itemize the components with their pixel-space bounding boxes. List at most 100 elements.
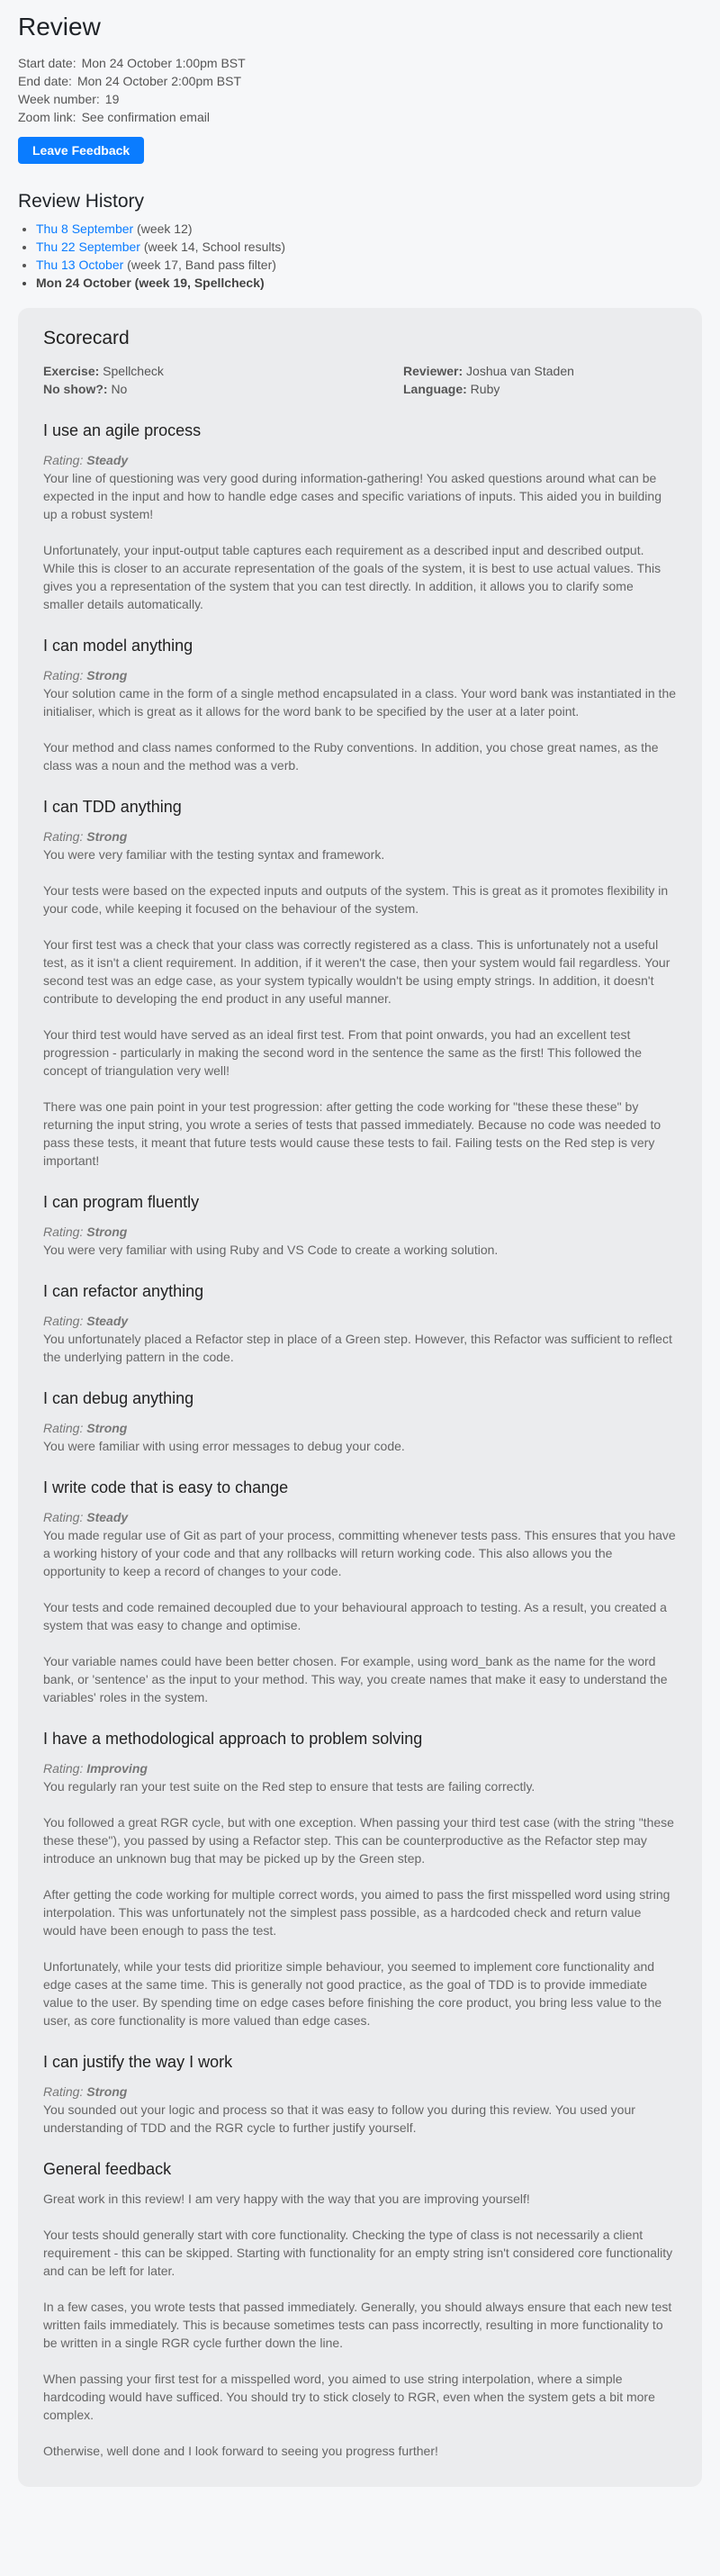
section-paragraph: Your tests were based on the expected in… — [43, 883, 669, 916]
rating-value: Strong — [86, 1421, 128, 1435]
scorecard-sections: I use an agile process Rating: Steady Your… — [43, 421, 677, 2460]
history-link[interactable]: Thu 8 September — [36, 221, 133, 236]
meta-row: Week number: 19 — [18, 90, 702, 108]
reviewer-value: Joshua van Staden — [466, 364, 574, 378]
section-paragraph: In a few cases, you wrote tests that pas… — [43, 2300, 672, 2350]
section-paragraph: Your first test was a check that your cl… — [43, 937, 670, 1006]
reviewer-field: Reviewer: Joshua van Staden — [403, 364, 574, 378]
section-paragraph: Your tests should generally start with c… — [43, 2228, 673, 2278]
section-rating: Rating: Strong — [43, 668, 128, 682]
meta-label: End date: — [18, 74, 72, 88]
section-paragraph: Great work in this review! I am very hap… — [43, 2192, 530, 2206]
section-paragraph: You unfortunately placed a Refactor step… — [43, 1332, 672, 1364]
language-value: Ruby — [470, 382, 500, 396]
section-paragraph: You were very familiar with the testing … — [43, 847, 385, 862]
scorecard-section: I can debug anything Rating: Strong You we… — [43, 1389, 677, 1455]
history-note: (week 14, School results) — [140, 240, 286, 254]
meta-label: Zoom link: — [18, 110, 76, 124]
section-title: I can debug anything — [43, 1389, 194, 1407]
section-paragraph: Your variable names could have been bett… — [43, 1654, 668, 1704]
rating-value: Improving — [86, 1761, 148, 1776]
scorecard-section: I can refactor anything Rating: Steady You… — [43, 1282, 677, 1366]
meta-value: See confirmation email — [81, 110, 210, 124]
noshow-value: No — [111, 382, 128, 396]
meta-row: Zoom link: See confirmation email — [18, 108, 702, 126]
section-title: I have a methodological approach to prob… — [43, 1730, 423, 1748]
section-rating: Rating: Steady — [43, 1314, 129, 1328]
history-link[interactable]: Thu 22 September — [36, 240, 140, 254]
section-paragraph: Otherwise, well done and I look forward … — [43, 2444, 438, 2458]
review-history-title: Review History — [18, 191, 145, 212]
history-link[interactable]: Thu 13 October — [36, 258, 123, 272]
section-title: I can model anything — [43, 637, 194, 655]
section-title: I can program fluently — [43, 1193, 200, 1211]
section-title: I can refactor anything — [43, 1282, 204, 1300]
rating-value: Strong — [86, 829, 128, 844]
section-paragraph: Unfortunately, your input-output table c… — [43, 543, 662, 611]
exercise-value: Spellcheck — [103, 364, 164, 378]
section-rating: Rating: Steady — [43, 1510, 129, 1524]
section-paragraph: You sounded out your logic and process s… — [43, 2102, 635, 2135]
exercise-field: Exercise: Spellcheck — [43, 364, 164, 378]
rating-value: Steady — [86, 1510, 129, 1524]
meta-row: Start date: Mon 24 October 1:00pm BST — [18, 54, 702, 72]
language-field: Language: Ruby — [403, 382, 500, 396]
review-meta: Start date: Mon 24 October 1:00pm BST End … — [18, 54, 702, 126]
scorecard-section: I use an agile process Rating: Steady Your… — [43, 421, 677, 613]
rating-value: Steady — [86, 453, 129, 467]
scorecard-section: I can justify the way I work Rating: Stro… — [43, 2053, 677, 2137]
meta-value: 19 — [104, 92, 120, 106]
section-paragraph: You regularly ran your test suite on the… — [43, 1779, 536, 1794]
scorecard-section: I can TDD anything Rating: Strong You were… — [43, 798, 677, 1170]
history-item: Mon 24 October (week 19, Spellcheck) — [36, 274, 702, 292]
section-paragraph: Your solution came in the form of a sing… — [43, 686, 677, 719]
section-title: I use an agile process — [43, 421, 202, 439]
section-rating: Rating: Strong — [43, 1225, 128, 1239]
section-paragraph: You followed a great RGR cycle, but with… — [43, 1815, 674, 1866]
history-item: Thu 13 October (week 17, Band pass filte… — [36, 256, 702, 274]
section-rating: Rating: Steady — [43, 453, 129, 467]
leave-feedback-button[interactable]: Leave Feedback — [18, 137, 145, 164]
scorecard-section: General feedback Great work in this revie… — [43, 2160, 677, 2460]
section-paragraph: When passing your first test for a missp… — [43, 2372, 655, 2422]
scorecard-section: I can program fluently Rating: Strong You … — [43, 1193, 677, 1259]
section-rating: Rating: Strong — [43, 2084, 128, 2099]
scorecard: Scorecard Exercise: Spellcheck Reviewer:… — [18, 308, 702, 2487]
review-history-list: Thu 8 September (week 12)Thu 22 Septembe… — [18, 220, 702, 292]
rating-value: Strong — [86, 668, 128, 682]
section-paragraph: Your third test would have served as an … — [43, 1027, 643, 1078]
section-title: General feedback — [43, 2160, 172, 2178]
review-page: Review Start date: Mon 24 October 1:00pm … — [0, 0, 720, 2487]
section-rating: Rating: Strong — [43, 829, 128, 844]
section-title: I can TDD anything — [43, 798, 182, 816]
history-note: (week 12) — [133, 221, 193, 236]
section-paragraph: Your tests and code remained decoupled d… — [43, 1600, 667, 1632]
section-title: I write code that is easy to change — [43, 1478, 289, 1496]
page-title: Review — [18, 13, 101, 41]
rating-value: Strong — [86, 2084, 128, 2099]
meta-value: Mon 24 October 2:00pm BST — [76, 74, 242, 88]
scorecard-section: I write code that is easy to change Ratin… — [43, 1478, 677, 1706]
scorecard-section: I can model anything Rating: Strong Your s… — [43, 637, 677, 774]
scorecard-details: Exercise: Spellcheck Reviewer: Joshua va… — [43, 362, 677, 398]
section-title: I can justify the way I work — [43, 2053, 233, 2071]
meta-label: Week number: — [18, 92, 100, 106]
history-item: Thu 22 September (week 14, School result… — [36, 238, 702, 256]
meta-row: End date: Mon 24 October 2:00pm BST — [18, 72, 702, 90]
scorecard-section: I have a methodological approach to prob… — [43, 1730, 677, 2029]
section-paragraph: Unfortunately, while your tests did prio… — [43, 1959, 662, 2028]
section-rating: Rating: Improving — [43, 1761, 148, 1776]
rating-value: Strong — [86, 1225, 128, 1239]
section-paragraph: You made regular use of Git as part of y… — [43, 1528, 676, 1578]
noshow-field: No show?: No — [43, 382, 128, 396]
meta-value: Mon 24 October 1:00pm BST — [81, 56, 246, 70]
section-paragraph: You were familiar with using error messa… — [43, 1439, 405, 1453]
section-paragraph: Your method and class names conformed to… — [43, 740, 659, 773]
section-paragraph: There was one pain point in your test pr… — [43, 1099, 662, 1168]
section-paragraph: Your line of questioning was very good d… — [43, 471, 662, 521]
history-item: Thu 8 September (week 12) — [36, 220, 702, 238]
history-note: (week 17, Band pass filter) — [123, 258, 276, 272]
section-rating: Rating: Strong — [43, 1421, 128, 1435]
scorecard-title: Scorecard — [43, 328, 130, 348]
section-paragraph: You were very familiar with using Ruby a… — [43, 1243, 499, 1257]
